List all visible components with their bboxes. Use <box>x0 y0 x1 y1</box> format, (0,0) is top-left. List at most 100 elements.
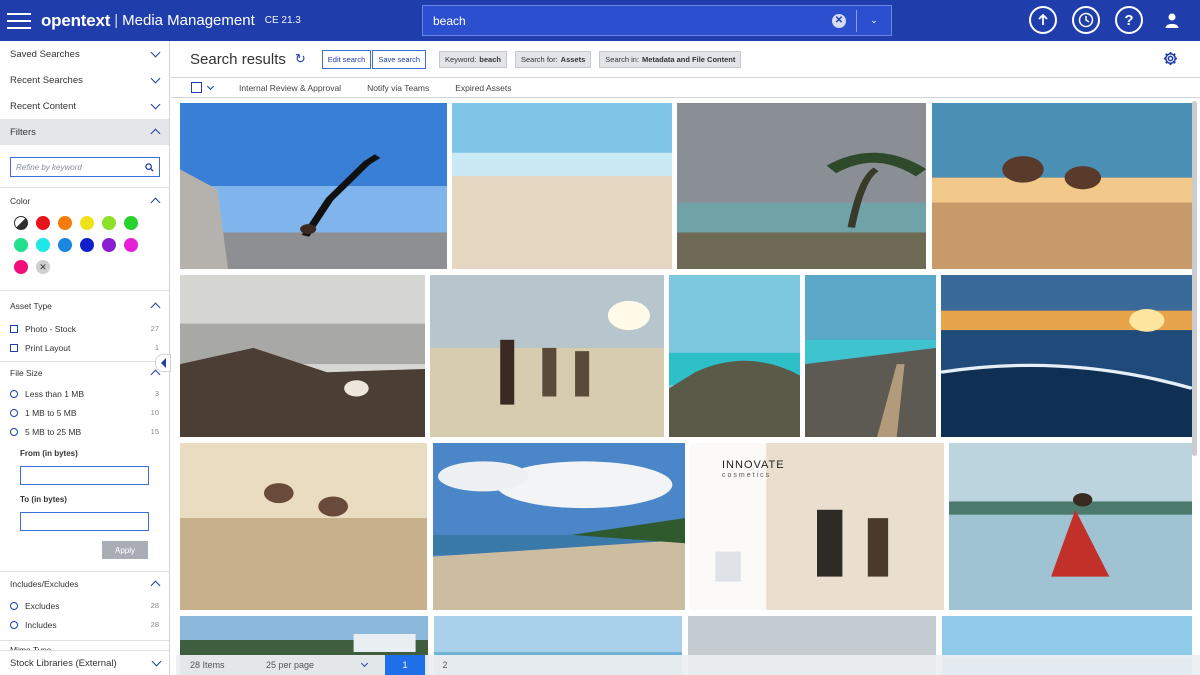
search-options-dropdown-icon[interactable]: ⌄ <box>857 15 891 26</box>
chevron-down-icon[interactable] <box>360 659 369 668</box>
top-actions: ? <box>1029 6 1186 34</box>
radio[interactable] <box>10 620 18 629</box>
search-for-chip[interactable]: Search for: Assets <box>514 50 592 68</box>
checkbox[interactable] <box>10 324 18 333</box>
chevron-down-icon <box>150 73 161 83</box>
radio[interactable] <box>10 389 18 398</box>
select-all-checkbox[interactable] <box>191 82 202 93</box>
sidebar-item-recent-searches[interactable]: Recent Searches <box>0 67 169 93</box>
result-tile[interactable] <box>180 103 447 269</box>
from-bytes-label: From (in bytes) <box>20 449 78 458</box>
page-title: Search results <box>190 50 286 68</box>
color-swatch[interactable] <box>80 216 94 230</box>
result-tile[interactable] <box>452 103 672 269</box>
file-size-option-lt1[interactable]: Less than 1 MB 3 <box>0 384 169 403</box>
includes-option-includes[interactable]: Includes 28 <box>0 615 169 634</box>
menu-icon[interactable] <box>7 12 31 29</box>
color-swatch[interactable] <box>14 216 28 230</box>
edit-search-button[interactable]: Edit search <box>321 49 372 69</box>
search-icon[interactable] <box>145 162 154 172</box>
search-value[interactable]: beach <box>433 14 832 28</box>
result-tile[interactable] <box>430 275 664 437</box>
radio[interactable] <box>10 601 18 610</box>
color-swatch[interactable] <box>102 238 116 252</box>
sidebar-item-stock-libraries[interactable]: Stock Libraries (External) <box>0 650 169 675</box>
sidebar-item-filters[interactable]: Filters <box>0 119 169 145</box>
includes-option-excludes[interactable]: Excludes 28 <box>0 596 169 615</box>
from-bytes-input[interactable] <box>20 466 149 485</box>
action-internal-review[interactable]: Internal Review & Approval <box>239 83 341 93</box>
color-swatch[interactable] <box>14 260 28 274</box>
color-swatch[interactable] <box>36 216 50 230</box>
action-notify-teams[interactable]: Notify via Teams <box>367 83 429 93</box>
user-icon[interactable] <box>1158 6 1186 34</box>
result-tile[interactable] <box>677 103 926 269</box>
chip-key: Search in: <box>605 54 640 64</box>
includes-header[interactable]: Includes/Excludes <box>0 572 169 596</box>
app-version: CE 21.3 <box>264 15 301 26</box>
clear-search-icon[interactable]: ✕ <box>832 13 846 28</box>
asset-type-option-print-layout[interactable]: Print Layout 1 <box>0 338 169 357</box>
history-icon[interactable] <box>1072 6 1100 34</box>
result-thumbnail <box>180 275 425 437</box>
refine-placeholder: Refine by keyword <box>16 162 82 172</box>
result-tile[interactable] <box>669 275 800 437</box>
radio[interactable] <box>10 408 18 417</box>
chevron-up-icon <box>150 302 161 313</box>
result-tile[interactable] <box>805 275 936 437</box>
result-tile[interactable] <box>433 443 685 610</box>
radio[interactable] <box>10 427 18 436</box>
result-tile[interactable] <box>949 443 1192 610</box>
collapse-sidebar-button[interactable] <box>155 354 171 372</box>
results-grid: INNOVATE cosmetics <box>171 99 1200 675</box>
sidebar-item-saved-searches[interactable]: Saved Searches <box>0 41 169 67</box>
result-tile[interactable] <box>932 103 1192 269</box>
upload-icon[interactable] <box>1029 6 1057 34</box>
global-search-input[interactable]: beach ✕ ⌄ <box>422 5 892 36</box>
chevron-down-icon <box>150 99 161 109</box>
result-tile[interactable] <box>941 275 1192 437</box>
save-search-button[interactable]: Save search <box>372 49 427 69</box>
color-swatch[interactable] <box>14 238 28 252</box>
result-tile[interactable] <box>180 275 425 437</box>
result-thumbnail <box>805 275 936 437</box>
color-filter-label: Color <box>10 196 31 206</box>
top-bar: opentext | Media Management CE 21.3 beac… <box>0 0 1200 41</box>
refresh-icon[interactable]: ↻ <box>295 51 306 67</box>
chip-value: Assets <box>560 54 586 64</box>
option-count: 1 <box>154 343 159 352</box>
color-filter-header[interactable]: Color <box>0 188 169 214</box>
page-2-button[interactable]: 2 <box>425 655 465 675</box>
asset-type-header[interactable]: Asset Type <box>0 293 169 319</box>
scrollbar[interactable] <box>1192 101 1197 456</box>
color-swatch[interactable] <box>80 238 94 252</box>
select-dropdown-icon[interactable] <box>206 82 215 90</box>
keyword-chip[interactable]: Keyword: beach <box>439 50 507 68</box>
apply-button[interactable]: Apply <box>102 541 148 559</box>
color-swatch[interactable] <box>102 216 116 230</box>
page-1-button[interactable]: 1 <box>385 655 425 675</box>
sidebar-item-row: Stock Libraries (External) <box>0 651 169 675</box>
search-in-chip[interactable]: Search in: Metadata and File Content <box>599 50 742 68</box>
result-thumbnail <box>433 443 685 610</box>
gear-icon[interactable] <box>1163 51 1178 71</box>
file-size-header[interactable]: File Size <box>0 362 169 384</box>
file-size-option-1to5[interactable]: 1 MB to 5 MB 10 <box>0 403 169 422</box>
result-tile[interactable]: INNOVATE cosmetics <box>690 443 944 610</box>
to-bytes-input[interactable] <box>20 512 149 531</box>
result-tile[interactable] <box>180 443 427 610</box>
asset-type-option-photo-stock[interactable]: Photo - Stock 27 <box>0 319 169 338</box>
file-size-option-5to25[interactable]: 5 MB to 25 MB 15 <box>0 422 169 441</box>
help-icon[interactable]: ? <box>1115 6 1143 34</box>
color-swatch[interactable] <box>36 238 50 252</box>
color-swatch[interactable] <box>58 216 72 230</box>
sidebar-item-recent-content[interactable]: Recent Content <box>0 93 169 119</box>
color-swatch[interactable] <box>124 238 138 252</box>
action-expired-assets[interactable]: Expired Assets <box>455 83 511 93</box>
color-swatch[interactable] <box>58 238 72 252</box>
color-swatch[interactable] <box>124 216 138 230</box>
refine-keyword-input[interactable]: Refine by keyword <box>10 157 160 177</box>
per-page-select[interactable]: 25 per page <box>266 660 362 670</box>
checkbox[interactable] <box>10 343 18 352</box>
color-swatch[interactable]: ✕ <box>36 260 50 274</box>
